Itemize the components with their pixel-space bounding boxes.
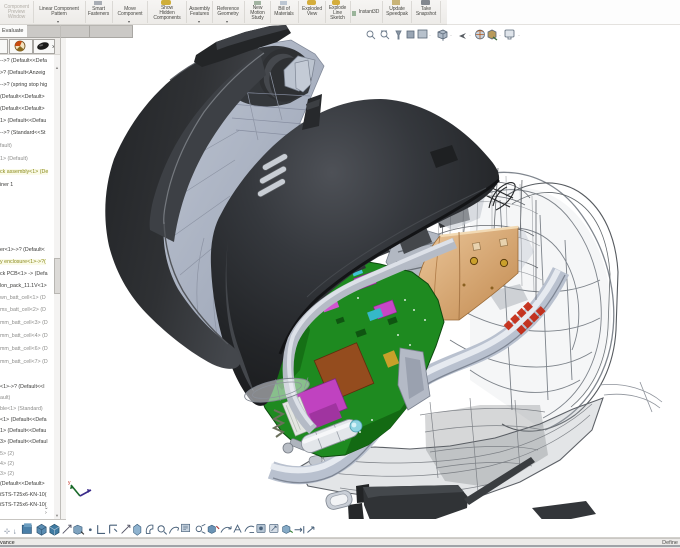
- svg-text:⊹: ⊹: [4, 526, 10, 535]
- svg-text:↓: ↓: [13, 526, 17, 535]
- svg-text:y: y: [68, 480, 71, 486]
